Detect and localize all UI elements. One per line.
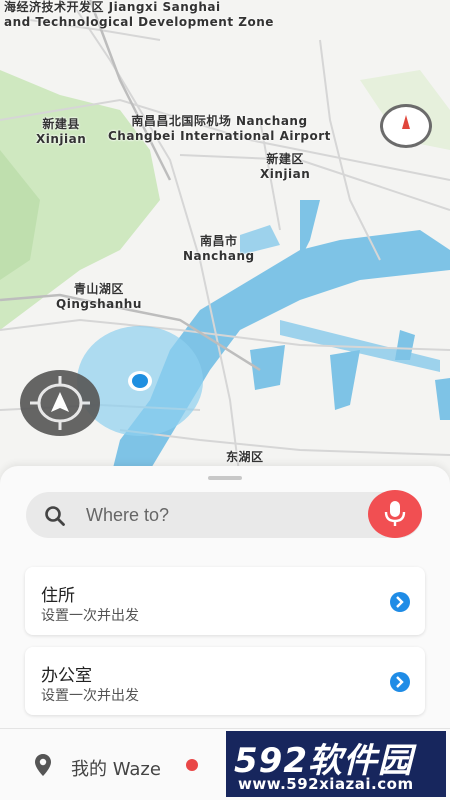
voice-search-button[interactable]: [368, 490, 422, 538]
crosshair-icon: [30, 376, 90, 430]
search-bar[interactable]: Where to?: [26, 492, 422, 538]
map-view[interactable]: 海经济技术开发区 Jiangxi Sanghai and Technologic…: [0, 0, 450, 480]
favorite-title: 住所: [41, 586, 75, 606]
drag-handle[interactable]: [208, 476, 242, 480]
microphone-icon: [384, 501, 406, 526]
map-label-airport: 南昌昌北国际机场 Nanchang Changbei International…: [108, 114, 331, 143]
notification-dot: [186, 759, 198, 771]
favorite-subtitle: 设置一次并出发: [41, 688, 139, 704]
chevron-right-icon[interactable]: [390, 672, 410, 692]
favorite-work-card[interactable]: 办公室 设置一次并出发: [25, 647, 425, 715]
map-label-zone: 海经济技术开发区 Jiangxi Sanghai and Technologic…: [4, 0, 274, 29]
map-label-donghu: 东湖区: [226, 450, 264, 464]
map-label-nanchang: 南昌市 Nanchang: [183, 234, 255, 263]
map-label-xinjian-county: 新建县 Xinjian: [36, 117, 87, 146]
recenter-button[interactable]: [20, 370, 100, 436]
search-input[interactable]: Where to?: [86, 505, 169, 526]
favorite-title: 办公室: [41, 666, 92, 686]
my-waze-button[interactable]: 我的 Waze: [71, 755, 161, 781]
map-label-xinjian-district: 新建区 Xinjian: [260, 152, 311, 181]
chevron-right-icon[interactable]: [390, 592, 410, 612]
favorite-home-card[interactable]: 住所 设置一次并出发: [25, 567, 425, 635]
waze-home-screen: 海经济技术开发区 Jiangxi Sanghai and Technologic…: [0, 0, 450, 800]
compass-needle-icon: [402, 115, 410, 129]
location-pin-icon: [35, 754, 51, 776]
favorite-subtitle: 设置一次并出发: [41, 608, 139, 624]
compass-button[interactable]: [380, 104, 432, 148]
watermark-url: www.592xiazai.com: [238, 775, 414, 793]
search-icon: [45, 506, 65, 526]
map-label-qingshanhu: 青山湖区 Qingshanhu: [56, 282, 142, 311]
watermark-logo: 592软件园 www.592xiazai.com: [226, 731, 446, 797]
